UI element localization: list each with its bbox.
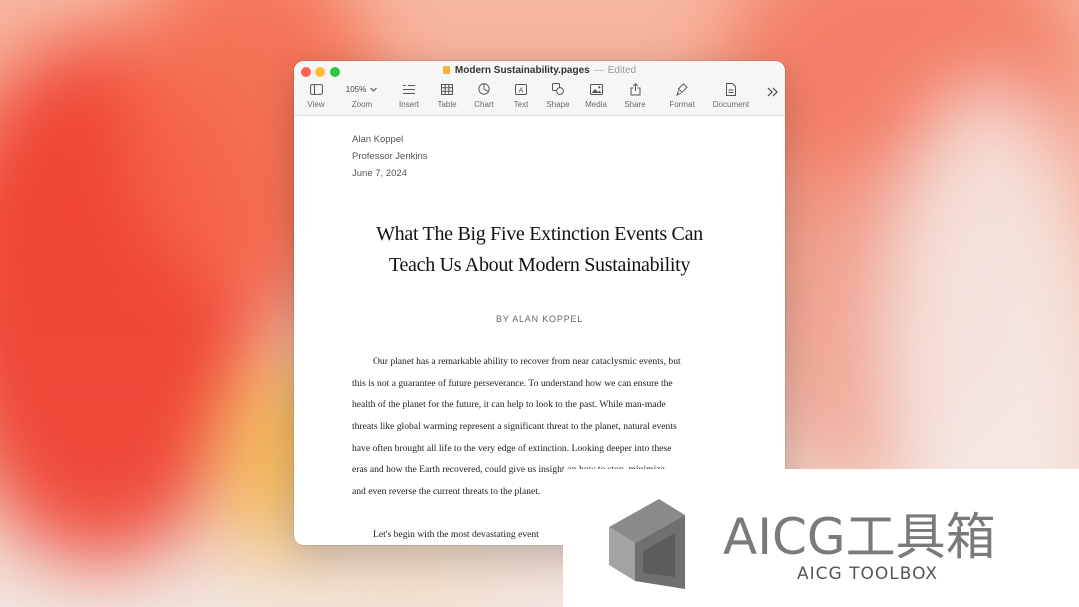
paragraph-line: have often brought all life to the very … (352, 443, 672, 454)
toolbar-shape-button[interactable]: Shape (542, 82, 574, 109)
paragraph-line: health of the planet for the future, it … (352, 399, 666, 410)
toolbox-logo-icon (609, 499, 685, 589)
paragraph-line: Our planet has a remarkable ability to r… (373, 356, 681, 367)
toolbar-label: Media (585, 100, 607, 109)
toolbar-chart-button[interactable]: Chart (470, 82, 498, 109)
toolbar-label: View (307, 100, 325, 109)
toolbar-label: Chart (474, 100, 494, 109)
window-toolbar: Modern Sustainability.pages — Edited View … (294, 61, 785, 116)
document-name: Modern Sustainability.pages (454, 65, 590, 76)
toolbar-insert-button[interactable]: Insert (394, 82, 424, 109)
media-photo-icon (589, 83, 603, 95)
share-icon (630, 82, 640, 95)
professor-name: Professor Jenkins (352, 151, 428, 162)
shape-icon (552, 83, 564, 95)
watermark-subtitle: AICG TOOLBOX (797, 564, 939, 584)
chevron-double-right-icon (767, 87, 778, 97)
toolbar-overflow-button[interactable] (764, 85, 780, 99)
watermark-overlay: AICG工具箱 AICG TOOLBOX (563, 469, 1079, 607)
paragraph-line: and even reverse the current threats to … (352, 486, 541, 497)
toolbar-document-button[interactable]: Document (708, 82, 754, 109)
toolbar-table-button[interactable]: Table (433, 82, 461, 109)
edited-status: Edited (607, 65, 637, 76)
toolbar-label: Share (624, 100, 646, 109)
table-icon (441, 83, 453, 95)
zoom-value: 105% (345, 84, 367, 94)
insert-list-icon (403, 84, 415, 94)
svg-text:A: A (519, 87, 524, 94)
paragraph-line: Let's begin with the most devastating ev… (373, 529, 539, 540)
toolbar-share-button[interactable]: Share (620, 82, 650, 109)
headline-line-1: What The Big Five Extinction Events Can (376, 223, 703, 245)
author-name: Alan Koppel (352, 134, 404, 145)
text-box-icon: A (515, 83, 527, 95)
format-brush-icon (676, 82, 688, 96)
document-icon (726, 82, 736, 96)
toolbar-label: Format (669, 100, 695, 109)
chevron-down-icon (370, 87, 378, 92)
toolbar-label: Shape (546, 100, 570, 109)
document-date: June 7, 2024 (352, 168, 407, 179)
toolbar-label: Table (437, 100, 457, 109)
toolbar-media-button[interactable]: Media (581, 82, 611, 109)
headline-line-2: Teach Us About Modern Sustainability (388, 254, 691, 276)
toolbar-label: Text (513, 100, 529, 109)
toolbar-view-button[interactable]: View (302, 82, 330, 109)
toolbar-label: Document (712, 100, 750, 109)
toolbar-label: Zoom (351, 100, 373, 109)
paragraph-line: threats like global warming represent a … (352, 421, 677, 432)
pages-document-icon (442, 66, 450, 74)
toolbar-text-button[interactable]: A Text (507, 82, 535, 109)
window-title: Modern Sustainability.pages — Edited (294, 65, 785, 76)
sidebar-view-icon (309, 83, 323, 95)
watermark-title: AICG工具箱 (723, 508, 996, 566)
chart-pie-icon (478, 83, 490, 95)
toolbar-label: Insert (398, 100, 419, 109)
toolbar-zoom-button[interactable]: 105% Zoom (340, 82, 384, 109)
byline: BY ALAN KOPPEL (495, 314, 584, 324)
paragraph-line: this is not a guarantee of future persev… (352, 378, 673, 389)
toolbar-format-button[interactable]: Format (665, 82, 699, 109)
